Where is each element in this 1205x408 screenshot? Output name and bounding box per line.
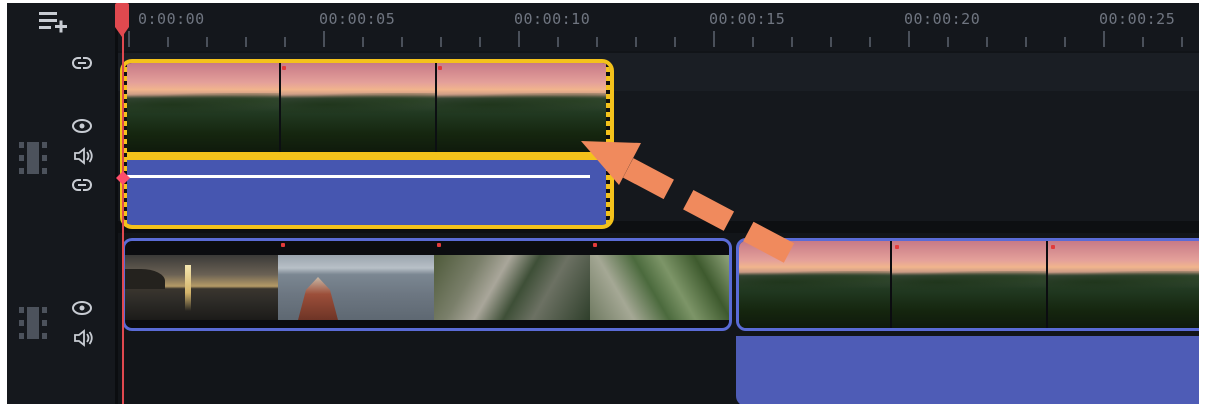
ruler-minor-tick [986, 37, 988, 47]
frame-marker [438, 66, 442, 70]
ruler-label-15: 00:00:15 [709, 10, 786, 28]
ruler-major-tick [518, 31, 520, 47]
speaker-icon[interactable] [73, 329, 95, 347]
playhead-line [122, 19, 124, 404]
overlay-clip-audio[interactable] [124, 160, 610, 225]
frame-marker [437, 243, 441, 247]
ruler-major-tick [323, 31, 325, 47]
ruler-minor-tick [791, 37, 793, 47]
overlay-frame-1 [124, 63, 280, 152]
frame-divider [435, 63, 437, 152]
frame-lighthouse-pier [278, 255, 434, 320]
frame-marker [895, 245, 899, 249]
ruler-minor-tick [1025, 37, 1027, 47]
ruler-minor-tick [830, 37, 832, 47]
ruler-label-5: 00:00:05 [319, 10, 396, 28]
volume-line[interactable] [124, 175, 590, 178]
track-header-panel [7, 3, 115, 404]
ruler-minor-tick [947, 37, 949, 47]
film-strip-icon [19, 307, 47, 339]
link-icon[interactable] [71, 55, 93, 71]
eye-icon[interactable] [71, 300, 93, 316]
ruler-minor-tick [440, 37, 442, 47]
overlay-frame-2 [280, 63, 436, 152]
ruler-minor-tick [206, 37, 208, 47]
ruler-minor-tick [596, 37, 598, 47]
ruler-minor-tick [284, 37, 286, 47]
playlist-add-icon[interactable] [37, 9, 69, 35]
ruler-minor-tick [245, 37, 247, 47]
film-strip-icon [19, 142, 47, 174]
main-clip-2-audio[interactable] [736, 336, 1199, 404]
frame-sea-sunset [125, 255, 278, 320]
ruler-minor-tick [1064, 37, 1066, 47]
ruler-label-25: 00:00:25 [1099, 10, 1176, 28]
frame-marker [1051, 245, 1055, 249]
ruler-minor-tick [362, 37, 364, 47]
ruler-label-20: 00:00:20 [904, 10, 981, 28]
ruler-minor-tick [1181, 37, 1183, 47]
ruler-major-tick [1103, 31, 1105, 47]
time-ruler[interactable]: 0:00:00 00:00:05 00:00:10 00:00:15 00:00… [118, 3, 1199, 51]
drag-arrow [581, 141, 795, 263]
ruler-label-0: 0:00:00 [138, 10, 205, 28]
timeline-editor: 0:00:00 00:00:05 00:00:10 00:00:15 00:00… [7, 3, 1199, 404]
ruler-minor-tick [557, 37, 559, 47]
frame-marker [282, 66, 286, 70]
ruler-minor-tick [674, 37, 676, 47]
link-icon[interactable] [71, 177, 93, 193]
ruler-minor-tick [869, 37, 871, 47]
ruler-label-10: 00:00:10 [514, 10, 591, 28]
ruler-major-tick [908, 31, 910, 47]
overlay-clip-video [124, 63, 610, 152]
ruler-minor-tick [479, 37, 481, 47]
pier-building [298, 277, 338, 320]
playhead-handle[interactable] [113, 3, 131, 37]
sun-reflection [185, 265, 191, 311]
speaker-icon[interactable] [73, 147, 95, 165]
ruler-major-tick [713, 31, 715, 47]
ruler-minor-tick [1142, 37, 1144, 47]
frame-sunset-3 [1048, 241, 1199, 328]
ruler-minor-tick [167, 37, 169, 47]
ruler-minor-tick [635, 37, 637, 47]
overlay-clip[interactable] [120, 59, 614, 229]
ruler-minor-tick [752, 37, 754, 47]
eye-icon[interactable] [71, 118, 93, 134]
frame-divider [279, 63, 281, 152]
ruler-minor-tick [401, 37, 403, 47]
shore-silhouette [125, 269, 165, 289]
frame-sunset-2 [892, 241, 1046, 328]
frame-marker [281, 243, 285, 247]
